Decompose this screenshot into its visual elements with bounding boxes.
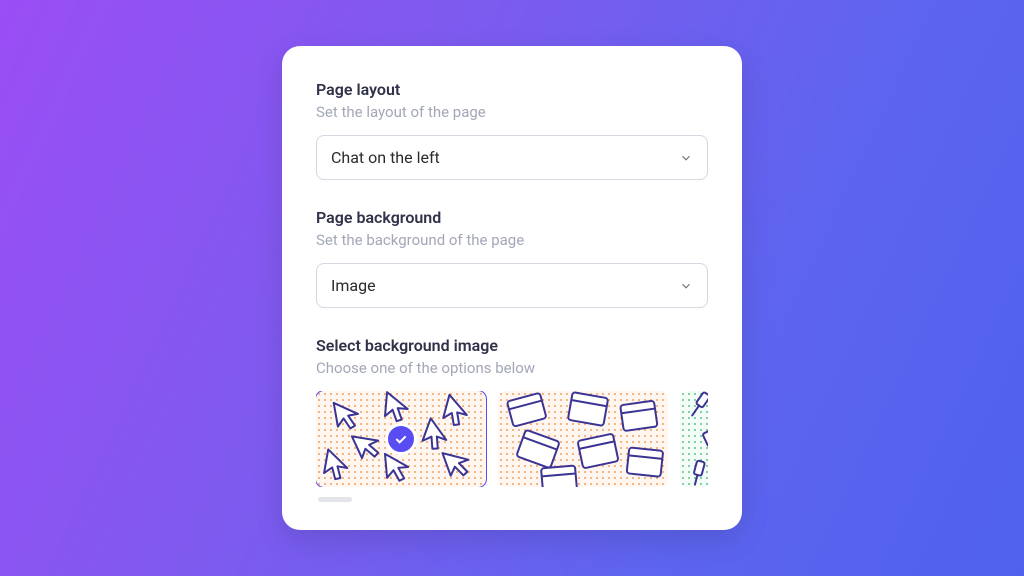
page-background-section: Page background Set the background of th…: [316, 208, 708, 308]
settings-card: Page layout Set the layout of the page C…: [282, 46, 742, 530]
page-layout-section: Page layout Set the layout of the page C…: [316, 80, 708, 180]
windows-pattern-icon: [498, 391, 668, 487]
page-layout-select[interactable]: Chat on the left: [316, 135, 708, 180]
page-layout-title: Page layout: [316, 80, 708, 99]
page-background-subtitle: Set the background of the page: [316, 231, 708, 249]
page-layout-value: Chat on the left: [331, 148, 440, 167]
scrollbar-thumb[interactable]: [318, 497, 352, 502]
bg-option-cursors[interactable]: [316, 391, 486, 487]
chevron-down-icon: [679, 279, 693, 293]
page-layout-subtitle: Set the layout of the page: [316, 103, 708, 121]
bg-option-tools[interactable]: [680, 391, 708, 487]
chevron-down-icon: [679, 151, 693, 165]
background-image-title: Select background image: [316, 336, 708, 355]
tools-pattern-icon: [680, 391, 708, 487]
page-background-select[interactable]: Image: [316, 263, 708, 308]
page-background-value: Image: [331, 276, 376, 295]
page-background-title: Page background: [316, 208, 708, 227]
bg-option-windows[interactable]: [498, 391, 668, 487]
selected-check-icon: [385, 423, 417, 455]
background-image-section: Select background image Choose one of th…: [316, 336, 708, 502]
background-image-options: [316, 391, 708, 487]
background-image-subtitle: Choose one of the options below: [316, 359, 708, 377]
